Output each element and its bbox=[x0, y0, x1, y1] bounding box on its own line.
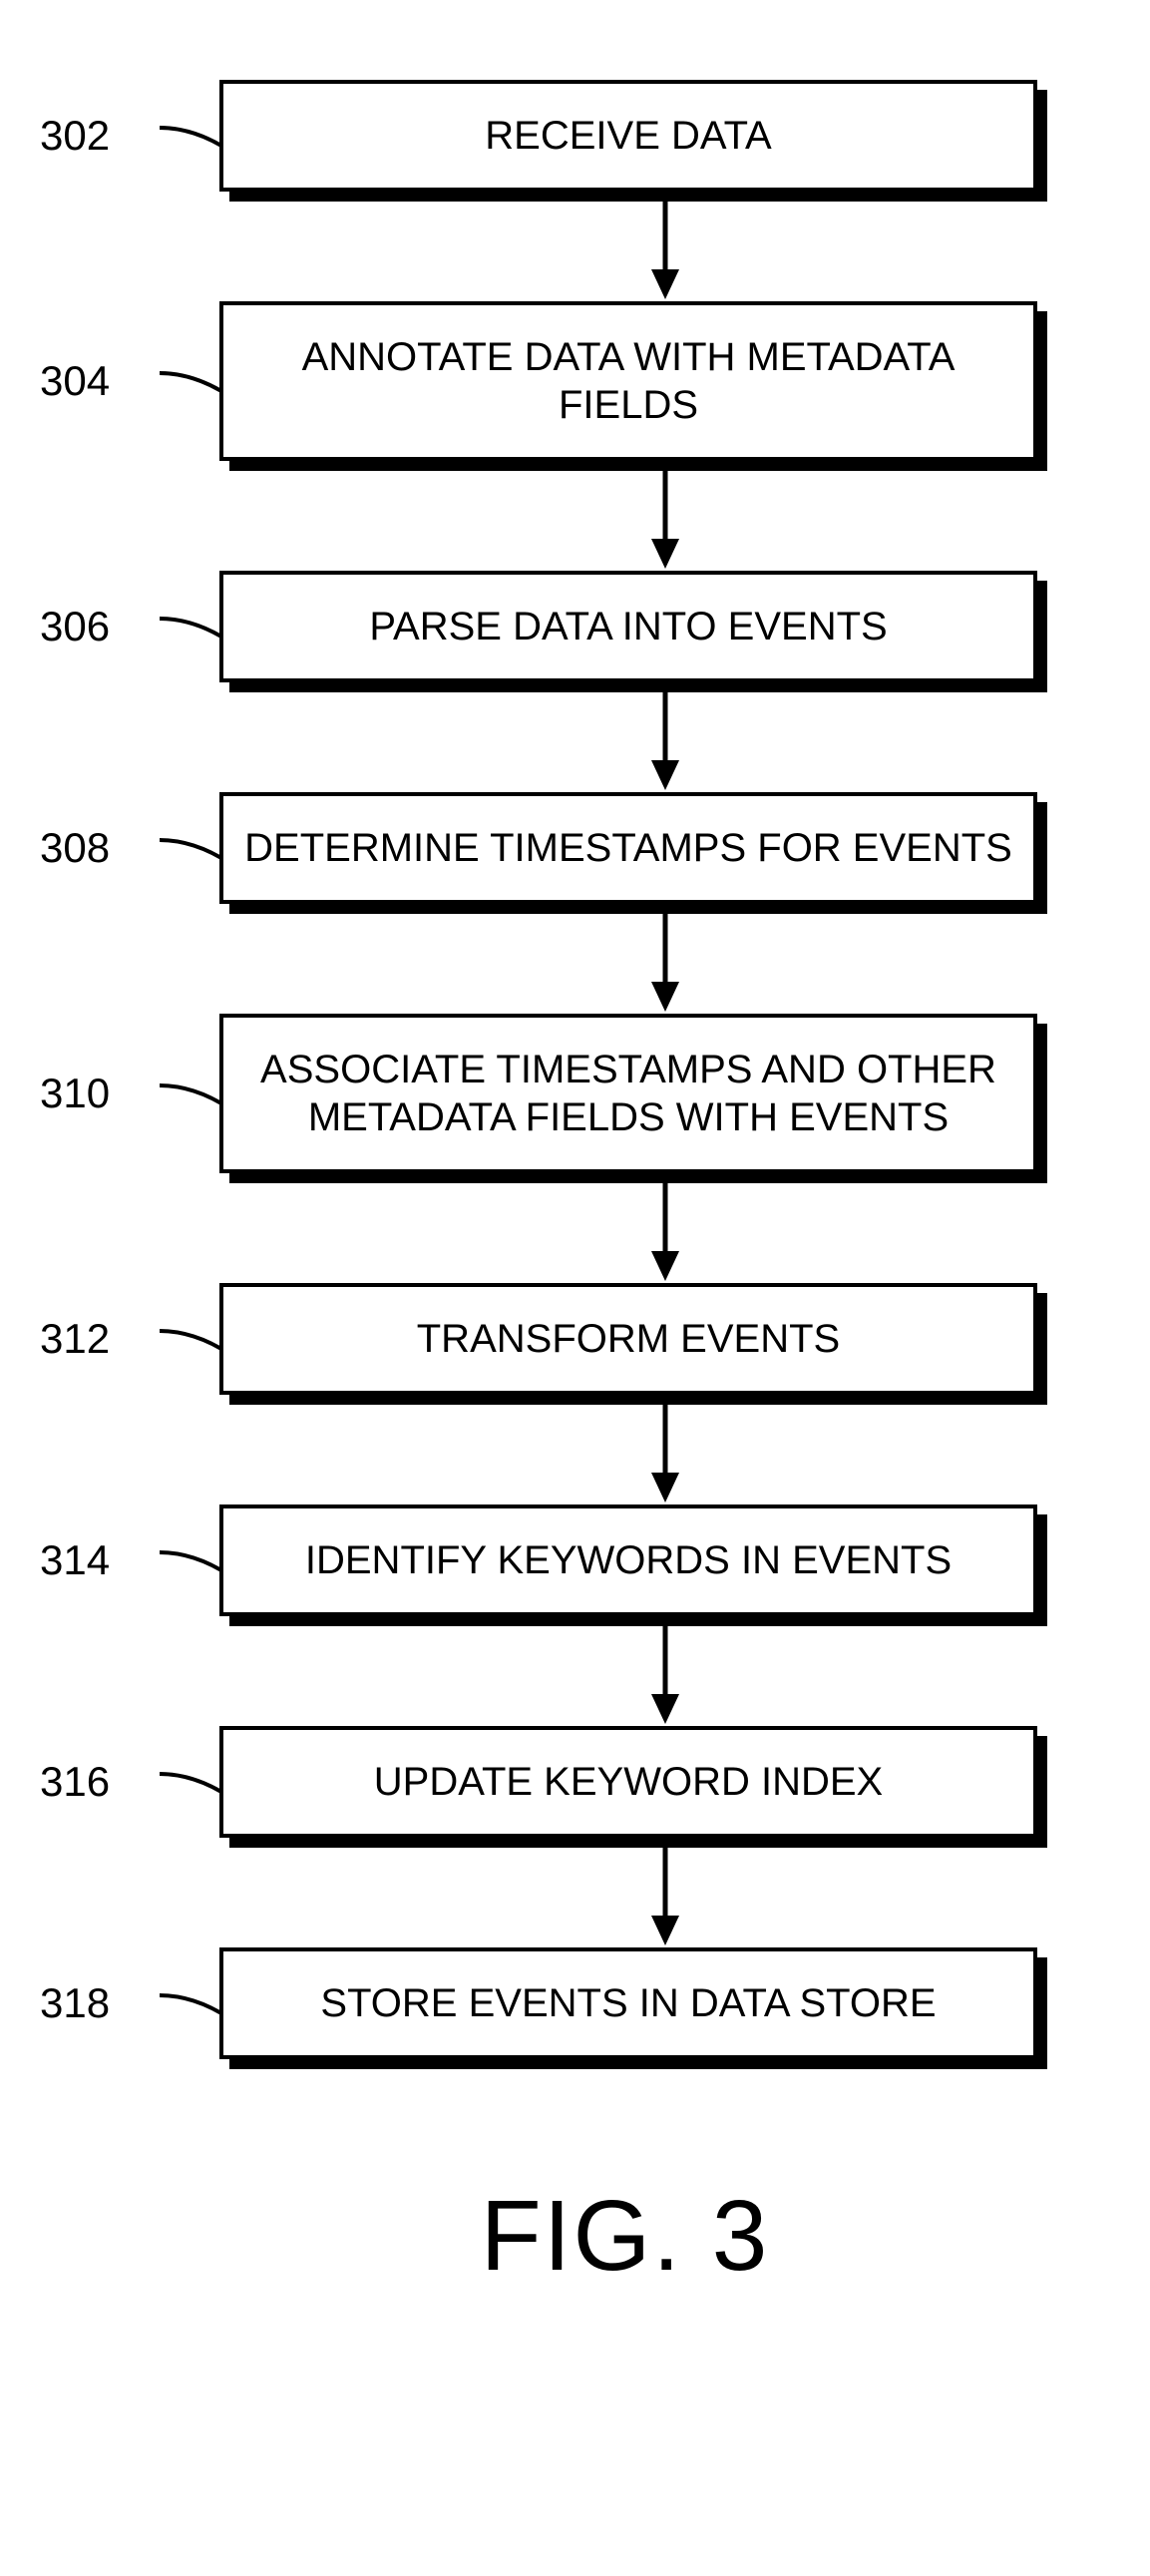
step-row: 314 IDENTIFY KEYWORDS IN EVENTS bbox=[40, 1504, 1110, 1616]
step-label: TRANSFORM EVENTS bbox=[219, 1283, 1037, 1395]
step-box: ANNOTATE DATA WITH METADATA FIELDS bbox=[219, 301, 1037, 461]
step-row: 318 STORE EVENTS IN DATA STORE bbox=[40, 1947, 1110, 2059]
connector-curve bbox=[160, 1319, 219, 1359]
step-box: PARSE DATA INTO EVENTS bbox=[219, 571, 1037, 682]
step-label: ASSOCIATE TIMESTAMPS AND OTHER METADATA … bbox=[219, 1014, 1037, 1173]
arrow-down-icon bbox=[40, 461, 1110, 571]
step-row: 312 TRANSFORM EVENTS bbox=[40, 1283, 1110, 1395]
step-box: UPDATE KEYWORD INDEX bbox=[219, 1726, 1037, 1838]
step-box: DETERMINE TIMESTAMPS FOR EVENTS bbox=[219, 792, 1037, 904]
connector-curve bbox=[160, 1540, 219, 1580]
step-box: IDENTIFY KEYWORDS IN EVENTS bbox=[219, 1504, 1037, 1616]
connector-curve bbox=[160, 1073, 219, 1113]
step-row: 316 UPDATE KEYWORD INDEX bbox=[40, 1726, 1110, 1838]
step-id: 312 bbox=[40, 1315, 160, 1363]
step-label: RECEIVE DATA bbox=[219, 80, 1037, 192]
step-row: 310 ASSOCIATE TIMESTAMPS AND OTHER METAD… bbox=[40, 1014, 1110, 1173]
arrow-down-icon bbox=[40, 1173, 1110, 1283]
connector-curve bbox=[160, 607, 219, 646]
step-id: 304 bbox=[40, 357, 160, 405]
step-id: 314 bbox=[40, 1536, 160, 1584]
connector-curve bbox=[160, 361, 219, 401]
step-label: IDENTIFY KEYWORDS IN EVENTS bbox=[219, 1504, 1037, 1616]
arrow-down-icon bbox=[40, 1838, 1110, 1947]
step-row: 308 DETERMINE TIMESTAMPS FOR EVENTS bbox=[40, 792, 1110, 904]
step-label: STORE EVENTS IN DATA STORE bbox=[219, 1947, 1037, 2059]
connector-curve bbox=[160, 1983, 219, 2023]
arrow-down-icon bbox=[40, 192, 1110, 301]
figure-caption: FIG. 3 bbox=[40, 2179, 1110, 2294]
step-row: 302 RECEIVE DATA bbox=[40, 80, 1110, 192]
step-box: ASSOCIATE TIMESTAMPS AND OTHER METADATA … bbox=[219, 1014, 1037, 1173]
connector-curve bbox=[160, 116, 219, 156]
connector-curve bbox=[160, 828, 219, 868]
step-id: 310 bbox=[40, 1070, 160, 1117]
connector-curve bbox=[160, 1762, 219, 1802]
step-box: RECEIVE DATA bbox=[219, 80, 1037, 192]
step-label: DETERMINE TIMESTAMPS FOR EVENTS bbox=[219, 792, 1037, 904]
step-id: 316 bbox=[40, 1758, 160, 1806]
step-label: PARSE DATA INTO EVENTS bbox=[219, 571, 1037, 682]
step-id: 318 bbox=[40, 1979, 160, 2027]
arrow-down-icon bbox=[40, 1616, 1110, 1726]
step-label: ANNOTATE DATA WITH METADATA FIELDS bbox=[219, 301, 1037, 461]
step-row: 304 ANNOTATE DATA WITH METADATA FIELDS bbox=[40, 301, 1110, 461]
step-row: 306 PARSE DATA INTO EVENTS bbox=[40, 571, 1110, 682]
step-box: STORE EVENTS IN DATA STORE bbox=[219, 1947, 1037, 2059]
arrow-down-icon bbox=[40, 682, 1110, 792]
step-label: UPDATE KEYWORD INDEX bbox=[219, 1726, 1037, 1838]
arrow-down-icon bbox=[40, 904, 1110, 1014]
step-id: 308 bbox=[40, 824, 160, 872]
arrow-down-icon bbox=[40, 1395, 1110, 1504]
step-id: 306 bbox=[40, 603, 160, 650]
flowchart-container: 302 RECEIVE DATA 304 ANNOTATE DATA WITH … bbox=[40, 80, 1110, 2059]
step-box: TRANSFORM EVENTS bbox=[219, 1283, 1037, 1395]
step-id: 302 bbox=[40, 112, 160, 160]
